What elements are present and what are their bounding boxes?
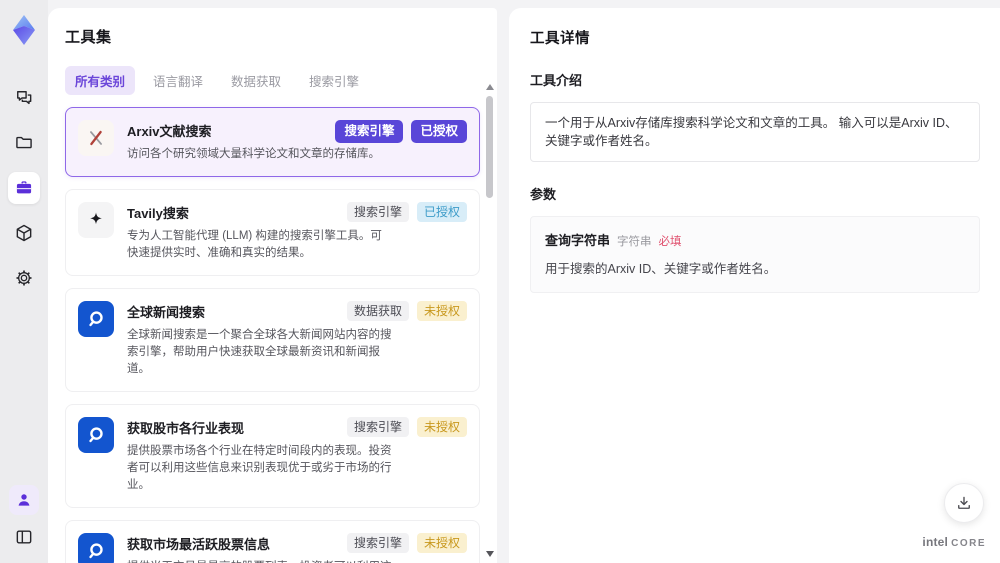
category-badge: 搜索引擎: [346, 533, 409, 553]
arxiv-logo-icon: [78, 120, 114, 156]
tool-description: 提供当天交易量最高的股票列表。投资者可以利用这些信息来识别流动性强的股票和潜在的…: [127, 559, 392, 563]
tool-badges: 搜索引擎 已授权: [346, 202, 467, 222]
tool-list-panel: 工具集 所有类别 语言翻译 数据获取 搜索引擎 Arxiv文献搜索 访问各个研究领域大…: [48, 8, 497, 563]
chat-icon[interactable]: [8, 82, 40, 114]
intel-core-logo: intel CORE: [922, 535, 986, 549]
list-scrollbar[interactable]: [485, 82, 494, 559]
tool-badges: 搜索引擎 未授权: [346, 533, 467, 553]
auth-status-badge: 已授权: [416, 202, 467, 222]
tool-card[interactable]: 获取股市各行业表现 提供股票市场各个行业在特定时间段内的表现。投资者可以利用这些…: [65, 404, 480, 508]
parameter-header: 查询字符串 字符串 必填: [545, 230, 965, 249]
tab-category-3[interactable]: 搜索引擎: [299, 66, 369, 95]
category-badge: 搜索引擎: [346, 202, 409, 222]
tool-card[interactable]: Arxiv文献搜索 访问各个研究领域大量科学论文和文章的存储库。 搜索引擎 已授…: [65, 107, 480, 177]
tab-category-1[interactable]: 语言翻译: [143, 66, 213, 95]
tool-badges: 数据获取 未授权: [346, 301, 467, 321]
detail-title: 工具详情: [530, 31, 590, 47]
active-stocks-logo-icon: [78, 533, 114, 563]
intro-heading: 工具介绍: [530, 73, 583, 88]
tool-description: 全球新闻搜索是一个聚合全球各大新闻网站内容的搜索引擎，帮助用户快速获取全球最新资…: [127, 329, 392, 375]
app-logo-icon: [7, 10, 41, 50]
auth-status-badge: 已授权: [411, 120, 467, 143]
parameter-type: 字符串: [617, 236, 652, 248]
tab-category-0[interactable]: 所有类别: [65, 66, 136, 95]
download-button[interactable]: [944, 483, 984, 523]
category-badge: 数据获取: [346, 301, 409, 321]
category-badge: 搜索引擎: [346, 417, 409, 437]
folder-icon[interactable]: [8, 127, 40, 159]
icon-rail: [0, 0, 48, 563]
app-window: 工具集 所有类别 语言翻译 数据获取 搜索引擎 Arxiv文献搜索 访问各个研究领域大…: [0, 0, 1000, 563]
category-badge: 搜索引擎: [335, 120, 404, 143]
tool-badges: 搜索引擎 未授权: [346, 417, 467, 437]
tool-description: 访问各个研究领域大量科学论文和文章的存储库。: [127, 148, 380, 160]
tool-description: 专为人工智能代理 (LLM) 构建的搜索引擎工具。可快速提供实时、准确和真实的结…: [127, 230, 382, 259]
scrollbar-thumb[interactable]: [486, 96, 493, 198]
params-heading: 参数: [530, 187, 557, 202]
gear-icon[interactable]: [8, 262, 40, 294]
download-icon: [958, 496, 970, 509]
cube-icon[interactable]: [8, 217, 40, 249]
scroll-up-icon[interactable]: [486, 84, 494, 90]
tool-card[interactable]: 全球新闻搜索 全球新闻搜索是一个聚合全球各大新闻网站内容的搜索引擎，帮助用户快速…: [65, 288, 480, 392]
auth-status-badge: 未授权: [416, 533, 467, 553]
parameter-item: 查询字符串 字符串 必填 用于搜索的Arxiv ID、关键字或作者姓名。: [530, 216, 980, 293]
tool-badges: 搜索引擎 已授权: [335, 120, 467, 143]
briefcase-icon[interactable]: [8, 172, 40, 204]
news-search-logo-icon: [78, 301, 114, 337]
auth-status-badge: 未授权: [416, 301, 467, 321]
category-tabs: 所有类别 语言翻译 数据获取 搜索引擎: [65, 66, 480, 95]
stock-sector-logo-icon: [78, 417, 114, 453]
tool-card[interactable]: Tavily搜索 专为人工智能代理 (LLM) 构建的搜索引擎工具。可快速提供实…: [65, 189, 480, 276]
brand-intel-text: intel: [922, 535, 949, 549]
rail-nav: [8, 82, 40, 294]
auth-status-badge: 未授权: [416, 417, 467, 437]
page-title: 工具集: [65, 29, 112, 46]
parameter-description: 用于搜索的Arxiv ID、关键字或作者姓名。: [545, 262, 777, 276]
tool-detail-panel: 工具详情 工具介绍 一个用于从Arxiv存储库搜索科学论文和文章的工具。 输入可…: [509, 8, 1000, 563]
scroll-down-icon[interactable]: [486, 551, 494, 557]
rail-bottom: [8, 485, 40, 553]
tool-description: 提供股票市场各个行业在特定时间段内的表现。投资者可以利用这些信息来识别表现优于或…: [127, 445, 392, 491]
user-icon[interactable]: [9, 485, 39, 515]
intro-text: 一个用于从Arxiv存储库搜索科学论文和文章的工具。 输入可以是Arxiv ID…: [530, 102, 980, 162]
required-badge: 必填: [658, 236, 682, 248]
parameter-name: 查询字符串: [545, 233, 611, 248]
tool-card[interactable]: 获取市场最活跃股票信息 提供当天交易量最高的股票列表。投资者可以利用这些信息来识…: [65, 520, 480, 563]
tavily-star-icon: [78, 202, 114, 238]
tab-category-2[interactable]: 数据获取: [221, 66, 291, 95]
brand-core-text: CORE: [951, 538, 986, 549]
panel-toggle-icon[interactable]: [8, 521, 40, 553]
tool-list: Arxiv文献搜索 访问各个研究领域大量科学论文和文章的存储库。 搜索引擎 已授…: [65, 107, 480, 563]
